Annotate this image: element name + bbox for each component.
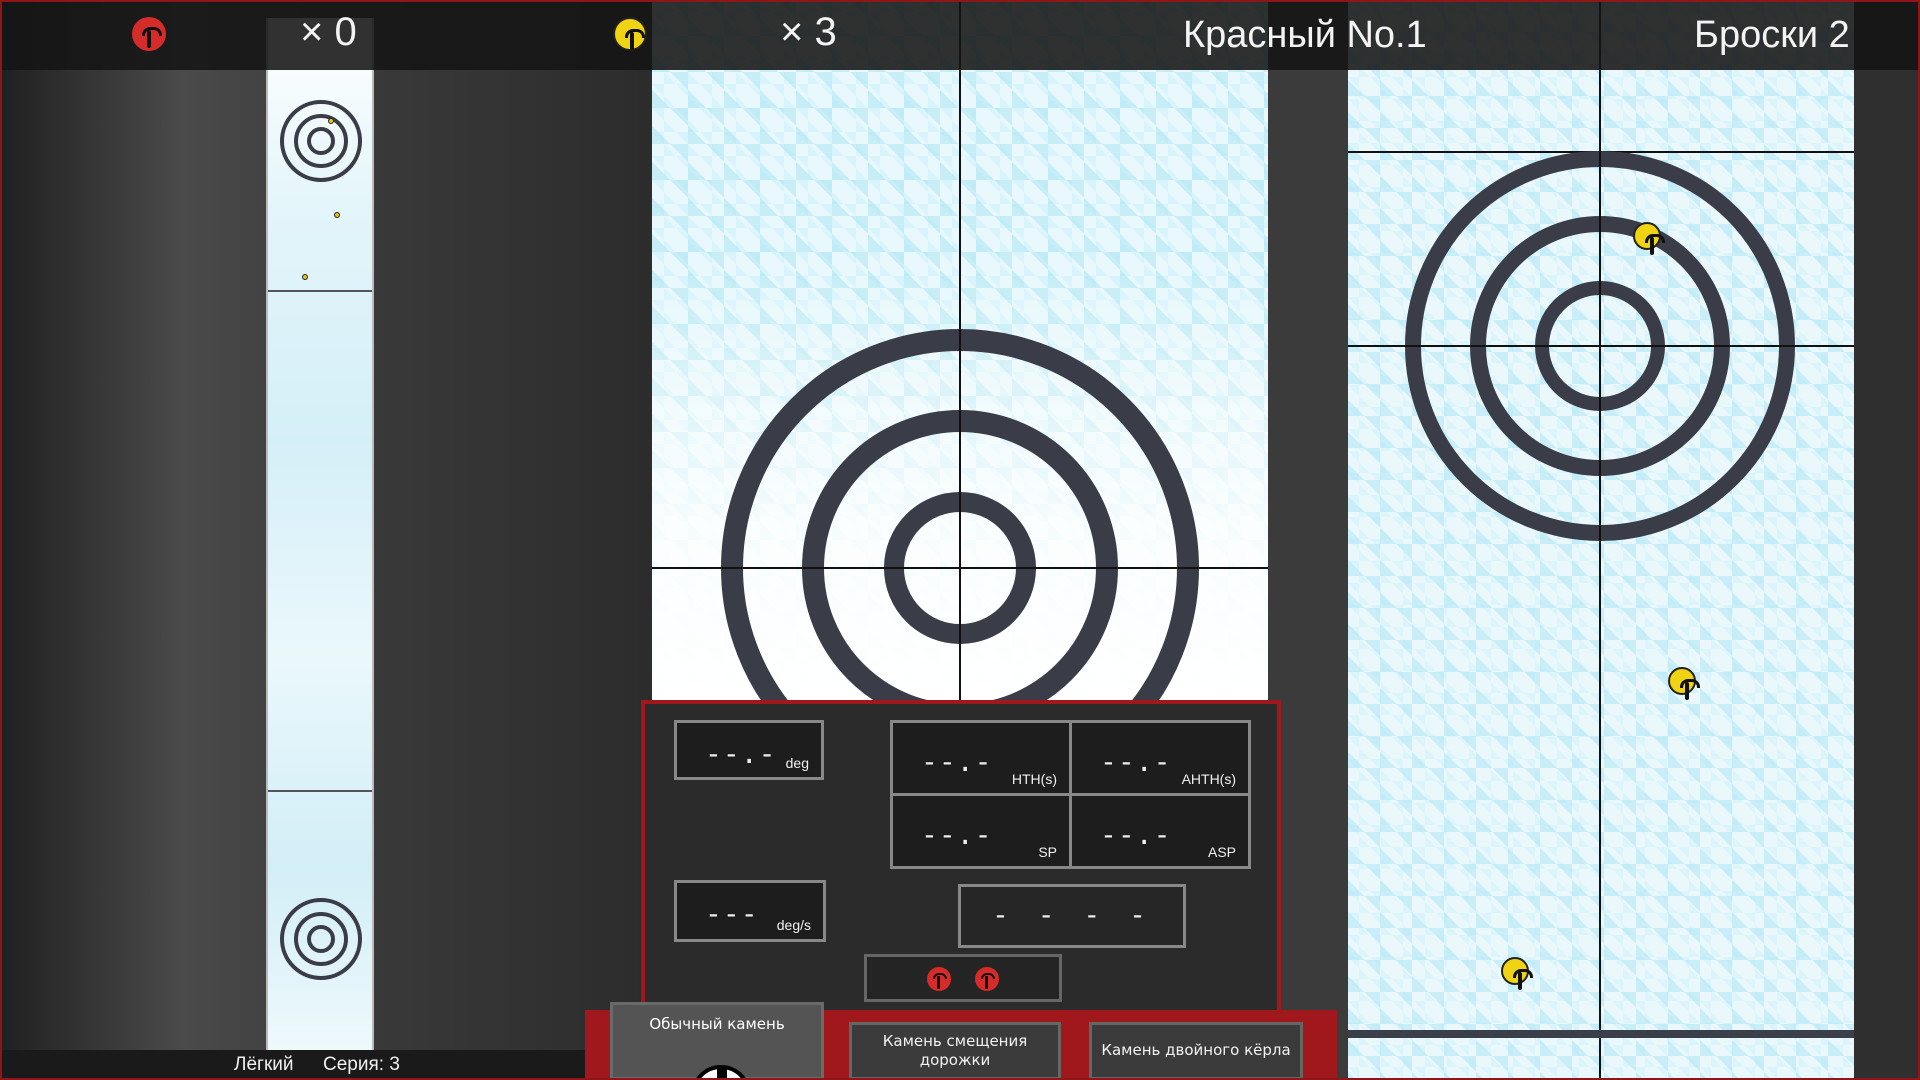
hog-line bbox=[268, 290, 372, 292]
series-label: Серия: 3 bbox=[323, 1054, 400, 1075]
hth-readout: --.- HTH(s) bbox=[890, 720, 1072, 796]
asp-readout: --.- ASP bbox=[1069, 793, 1251, 869]
yellow-stone-marker bbox=[302, 274, 308, 280]
throw-readout-panel: --.- deg --- deg/s --.- HTH(s) --.- AHTH… bbox=[641, 700, 1281, 1020]
yellow-stone bbox=[1633, 222, 1665, 255]
yellow-stone-count: × 3 bbox=[780, 10, 837, 54]
hog-line bbox=[268, 790, 372, 792]
angle-value: --.- bbox=[705, 737, 777, 770]
stone-preview-icon bbox=[691, 1065, 751, 1080]
red-stone-icon bbox=[975, 967, 999, 991]
rotation-readout: --- deg/s bbox=[674, 880, 826, 942]
throws-counter: Броски 2 bbox=[1694, 14, 1850, 56]
remaining-stones-box bbox=[864, 954, 1062, 1002]
closeup-house bbox=[1348, 0, 1854, 1080]
difficulty-label: Лёгкий bbox=[234, 1054, 294, 1075]
house-closeup-sheet bbox=[1348, 0, 1854, 1080]
stone-type-double-curl[interactable]: Камень двойного кёрла bbox=[1089, 1022, 1303, 1080]
red-stone-icon bbox=[132, 17, 166, 51]
yellow-stone-marker bbox=[328, 118, 334, 124]
yellow-stone-marker bbox=[334, 212, 340, 218]
main-house bbox=[652, 0, 1268, 705]
hth-unit: HTH(s) bbox=[1011, 771, 1057, 787]
far-house-target bbox=[280, 100, 362, 182]
angle-unit: deg bbox=[785, 755, 809, 771]
asp-value: --.- bbox=[1100, 818, 1172, 851]
yellow-stone bbox=[1501, 957, 1533, 990]
overview-sheet bbox=[266, 18, 374, 1080]
back-line bbox=[1348, 1030, 1854, 1038]
current-team-label: Красный No.1 bbox=[1183, 14, 1427, 56]
yellow-stone-icon bbox=[613, 17, 647, 51]
status-bar: Лёгкий Серия: 3 bbox=[0, 1050, 585, 1080]
ahth-readout: --.- AHTH(s) bbox=[1069, 720, 1251, 796]
red-stone-count: × 0 bbox=[300, 10, 357, 54]
asp-unit: ASP bbox=[1207, 844, 1236, 860]
ahth-unit: AHTH(s) bbox=[1181, 771, 1236, 787]
rotation-unit: deg/s bbox=[776, 917, 811, 933]
hth-value: --.- bbox=[921, 745, 993, 778]
result-readout: - - - - bbox=[958, 884, 1186, 948]
stone-type-normal-label: Обычный камень bbox=[649, 1015, 785, 1033]
angle-readout: --.- deg bbox=[674, 720, 824, 780]
sp-unit: SP bbox=[1038, 844, 1057, 860]
main-sheet-view[interactable] bbox=[652, 0, 1268, 705]
ahth-value: --.- bbox=[1100, 745, 1172, 778]
right-edge bbox=[1854, 0, 1920, 1080]
score-header bbox=[0, 0, 1920, 70]
sp-value: --.- bbox=[921, 818, 993, 851]
red-stone-icon bbox=[927, 967, 951, 991]
yellow-stone bbox=[1668, 667, 1700, 700]
rotation-value: --- bbox=[705, 897, 759, 930]
sp-readout: --.- SP bbox=[890, 793, 1072, 869]
stone-type-lane-shift[interactable]: Камень смещения дорожки bbox=[849, 1022, 1061, 1080]
stone-type-normal[interactable]: Обычный камень bbox=[610, 1002, 824, 1080]
near-house-target bbox=[280, 898, 362, 980]
